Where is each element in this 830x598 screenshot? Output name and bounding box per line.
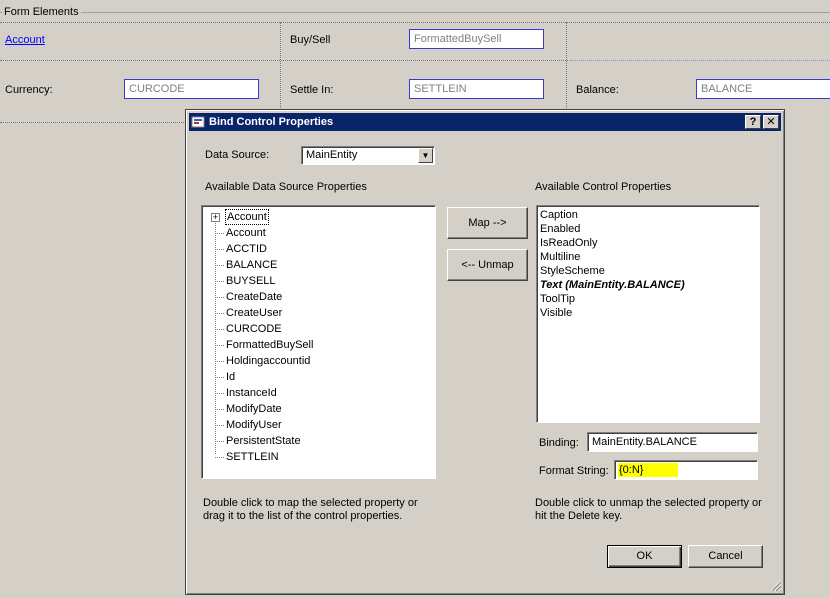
grid-line — [566, 22, 567, 110]
grid-line — [0, 122, 186, 123]
right-help-note: Double click to unmap the selected prope… — [535, 497, 762, 522]
bind-control-properties-dialog: Bind Control Properties ? ✕ Data Source:… — [185, 109, 785, 595]
control-property-item[interactable]: ToolTip — [540, 292, 575, 306]
balance-input[interactable]: BALANCE — [696, 79, 830, 99]
control-property-item[interactable]: Text (MainEntity.BALANCE) — [540, 278, 685, 292]
buysell-input[interactable]: FormattedBuySell — [409, 29, 544, 49]
map-button[interactable]: Map --> — [447, 207, 528, 239]
balance-label: Balance: — [576, 84, 619, 96]
dialog-title: Bind Control Properties — [209, 116, 334, 128]
help-button[interactable]: ? — [745, 115, 761, 129]
data-source-combo[interactable]: MainEntity ▼ — [301, 146, 435, 165]
app-icon — [191, 116, 205, 128]
control-property-item[interactable]: Visible — [540, 306, 572, 320]
available-cp-label: Available Control Properties — [535, 181, 672, 193]
unmap-button[interactable]: <-- Unmap — [447, 249, 528, 281]
control-property-item[interactable]: StyleScheme — [540, 264, 605, 278]
binding-label: Binding: — [539, 437, 579, 449]
binding-field[interactable]: MainEntity.BALANCE — [587, 432, 758, 452]
settle-label: Settle In: — [290, 84, 334, 96]
chevron-down-icon[interactable]: ▼ — [418, 148, 433, 163]
resize-grip-icon[interactable] — [770, 580, 782, 592]
ok-button[interactable]: OK — [607, 545, 682, 568]
account-link[interactable]: Account — [5, 34, 45, 46]
currency-input[interactable]: CURCODE — [124, 79, 259, 99]
grid-line — [280, 22, 281, 110]
cancel-button[interactable]: Cancel — [688, 545, 763, 568]
settle-input[interactable]: SETTLEIN — [409, 79, 544, 99]
control-properties-list[interactable]: Caption Enabled IsReadOnly Multiline StyleSc… — [536, 205, 760, 423]
control-property-item[interactable]: Caption — [540, 208, 578, 222]
expand-plus-icon[interactable]: + — [211, 213, 220, 222]
data-source-tree[interactable]: + Account Account ACCTID BALANCE BUYSELL Cre… — [201, 205, 436, 479]
format-string-label: Format String: — [539, 465, 609, 477]
format-string-field[interactable]: {0:N} — [614, 460, 758, 480]
data-source-value: MainEntity — [306, 149, 358, 161]
control-property-item[interactable]: Enabled — [540, 222, 580, 236]
close-button[interactable]: ✕ — [763, 115, 779, 129]
available-ds-label: Available Data Source Properties — [205, 181, 367, 193]
format-string-value: {0:N} — [619, 464, 644, 476]
dialog-titlebar[interactable]: Bind Control Properties ? ✕ — [189, 113, 781, 131]
currency-label: Currency: — [5, 84, 53, 96]
selection-outline — [570, 60, 830, 61]
data-source-label: Data Source: — [205, 149, 270, 161]
group-title: Form Elements — [2, 6, 81, 18]
control-property-item[interactable]: IsReadOnly — [540, 236, 597, 250]
control-property-item[interactable]: Multiline — [540, 250, 580, 264]
grid-line — [0, 60, 568, 61]
buysell-label: Buy/Sell — [290, 34, 331, 46]
grid-line — [0, 22, 830, 23]
left-help-note: Double click to map the selected propert… — [203, 497, 418, 522]
